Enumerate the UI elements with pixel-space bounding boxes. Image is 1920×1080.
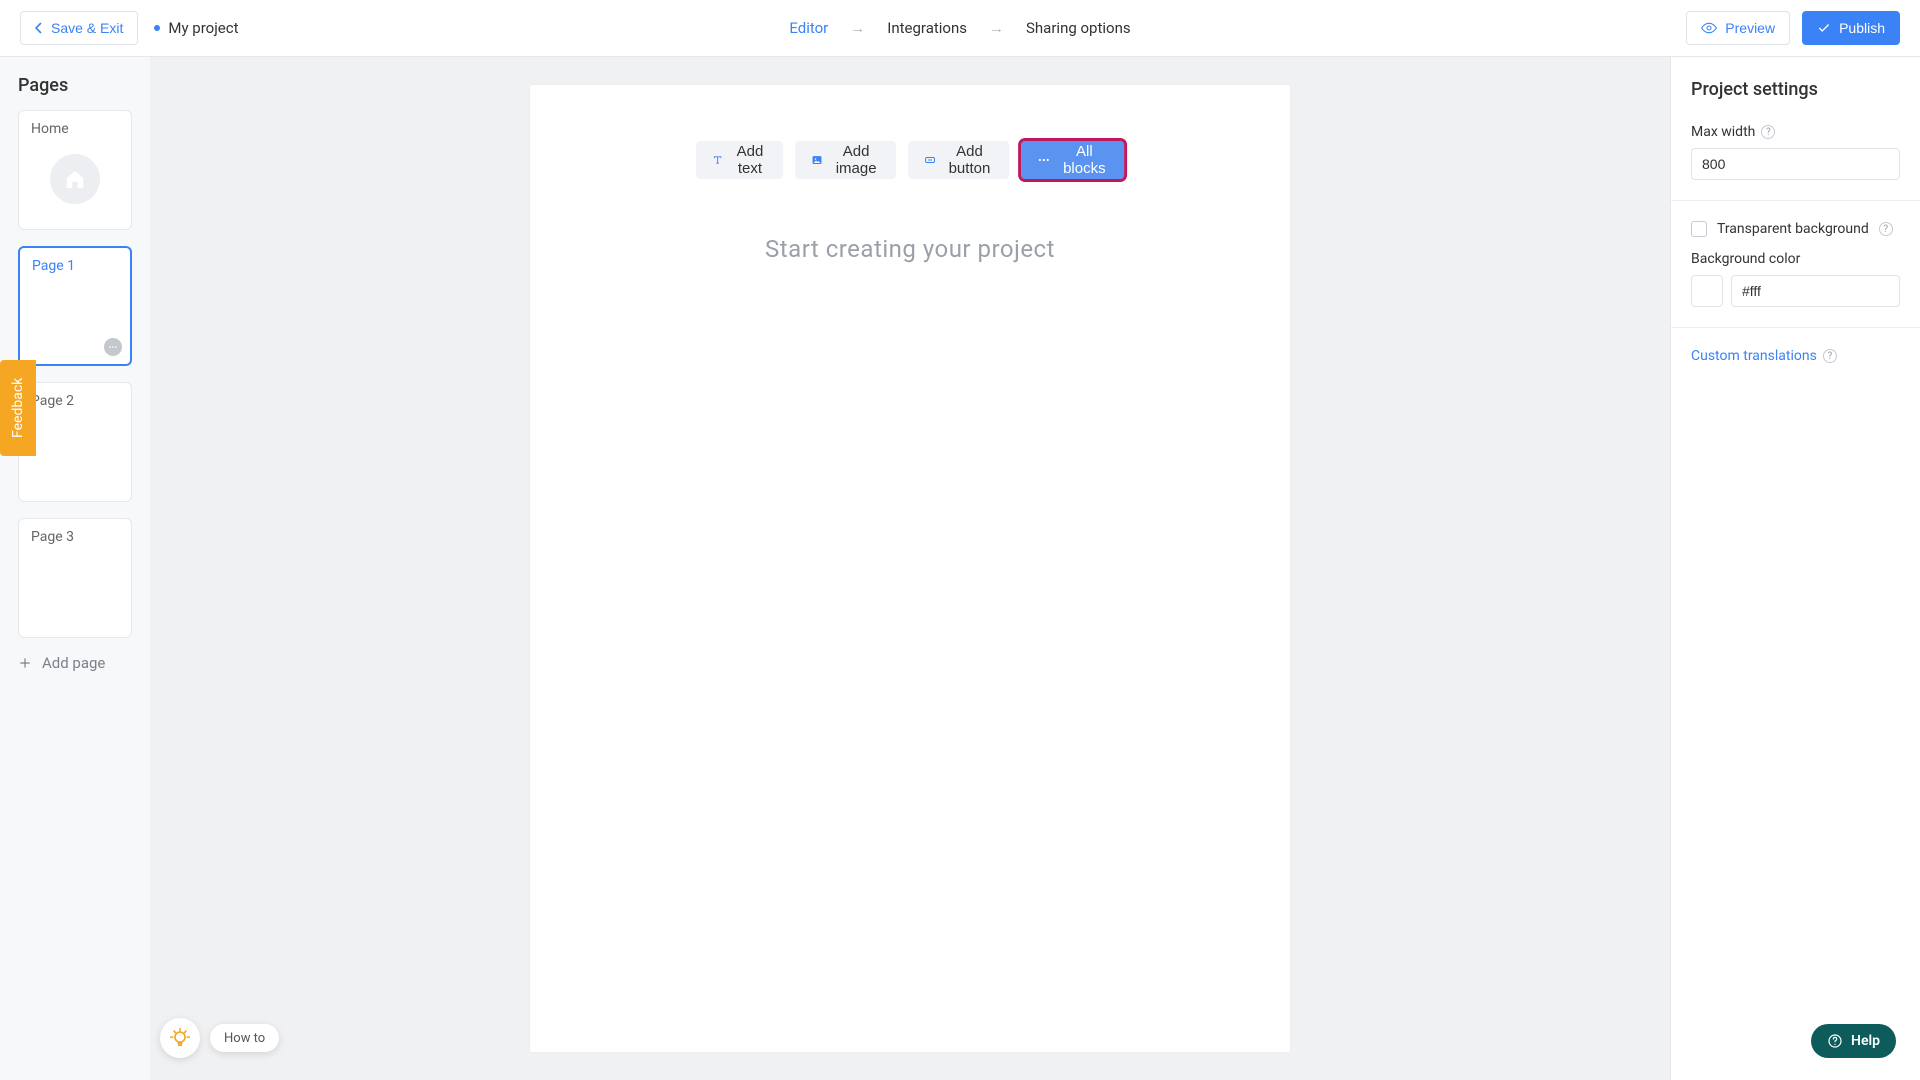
check-icon <box>1817 21 1831 35</box>
transparent-bg-label: Transparent background <box>1717 221 1869 237</box>
breadcrumb: Editor → Integrations → Sharing options <box>789 19 1130 37</box>
more-horizontal-icon <box>108 342 118 352</box>
page-card-label: Page 3 <box>31 529 74 545</box>
publish-button[interactable]: Publish <box>1802 11 1900 45</box>
help-circle-icon <box>1827 1033 1843 1049</box>
canvas[interactable]: Add text Add image Add button All blocks… <box>530 85 1290 1052</box>
page-more-button[interactable] <box>104 338 122 356</box>
transparent-bg-checkbox[interactable] <box>1691 221 1707 237</box>
page-card-home[interactable]: Home <box>18 110 132 230</box>
howto-label: How to <box>224 1031 265 1046</box>
publish-label: Publish <box>1839 20 1885 36</box>
add-button-label: Add button <box>946 143 994 177</box>
canvas-area: Add text Add image Add button All blocks… <box>150 57 1670 1080</box>
howto-button[interactable]: How to <box>210 1024 279 1052</box>
home-icon <box>50 154 100 204</box>
chevron-right-icon: → <box>850 19 865 37</box>
settings-panel: Project settings Max width ? Transparent… <box>1670 57 1920 1080</box>
help-icon[interactable]: ? <box>1823 349 1837 363</box>
bg-color-swatch[interactable] <box>1691 275 1723 307</box>
all-blocks-button[interactable]: All blocks <box>1021 141 1124 179</box>
page-card-label: Page 1 <box>32 258 75 274</box>
preview-label: Preview <box>1725 20 1775 36</box>
save-exit-label: Save & Exit <box>51 20 123 36</box>
chevron-left-icon <box>35 22 43 34</box>
crumb-integrations[interactable]: Integrations <box>887 19 967 37</box>
page-card-1[interactable]: Page 1 <box>18 246 132 366</box>
add-page-button[interactable]: Add page <box>18 654 132 672</box>
bg-color-input[interactable] <box>1731 275 1900 307</box>
project-name: My project <box>154 19 238 37</box>
help-icon[interactable]: ? <box>1879 222 1893 236</box>
bg-color-label: Background color <box>1691 251 1900 267</box>
feedback-label: Feedback <box>10 378 26 438</box>
add-image-label: Add image <box>833 143 880 177</box>
lightbulb-icon <box>169 1027 191 1049</box>
page-card-label: Page 2 <box>31 393 74 409</box>
page-card-3[interactable]: Page 3 <box>18 518 132 638</box>
preview-button[interactable]: Preview <box>1686 11 1790 45</box>
howto-bulb-button[interactable] <box>160 1018 200 1058</box>
image-icon <box>811 151 823 169</box>
add-page-label: Add page <box>42 654 105 672</box>
custom-translations-link[interactable]: Custom translations ? <box>1691 348 1900 364</box>
pages-sidebar: Pages Home Page 1 Page 2 Page 3 Add page <box>0 57 150 1080</box>
all-blocks-label: All blocks <box>1061 143 1108 177</box>
max-width-label: Max width ? <box>1691 124 1900 140</box>
max-width-input[interactable] <box>1691 148 1900 180</box>
text-icon <box>712 151 723 169</box>
add-button-button[interactable]: Add button <box>908 141 1010 179</box>
help-icon[interactable]: ? <box>1761 125 1775 139</box>
topbar: Save & Exit My project Editor → Integrat… <box>0 0 1920 57</box>
settings-title: Project settings <box>1691 79 1900 100</box>
pages-title: Pages <box>18 75 132 96</box>
unsaved-dot-icon <box>154 25 160 31</box>
more-horizontal-icon <box>1037 151 1050 169</box>
save-exit-button[interactable]: Save & Exit <box>20 11 138 45</box>
project-name-label: My project <box>168 19 238 37</box>
crumb-sharing[interactable]: Sharing options <box>1026 19 1131 37</box>
help-label: Help <box>1851 1033 1880 1049</box>
help-button[interactable]: Help <box>1811 1024 1896 1058</box>
crumb-editor[interactable]: Editor <box>789 19 828 37</box>
add-image-button[interactable]: Add image <box>795 141 896 179</box>
howto-floater: How to <box>160 1018 279 1058</box>
page-card-label: Home <box>31 121 69 137</box>
chevron-right-icon: → <box>989 19 1004 37</box>
block-toolbar: Add text Add image Add button All blocks <box>696 141 1124 179</box>
add-text-label: Add text <box>733 143 767 177</box>
eye-icon <box>1701 20 1717 36</box>
plus-icon <box>18 656 32 670</box>
feedback-tab[interactable]: Feedback <box>0 360 36 456</box>
canvas-placeholder: Start creating your project <box>765 235 1055 263</box>
button-icon <box>924 151 936 169</box>
add-text-button[interactable]: Add text <box>696 141 783 179</box>
